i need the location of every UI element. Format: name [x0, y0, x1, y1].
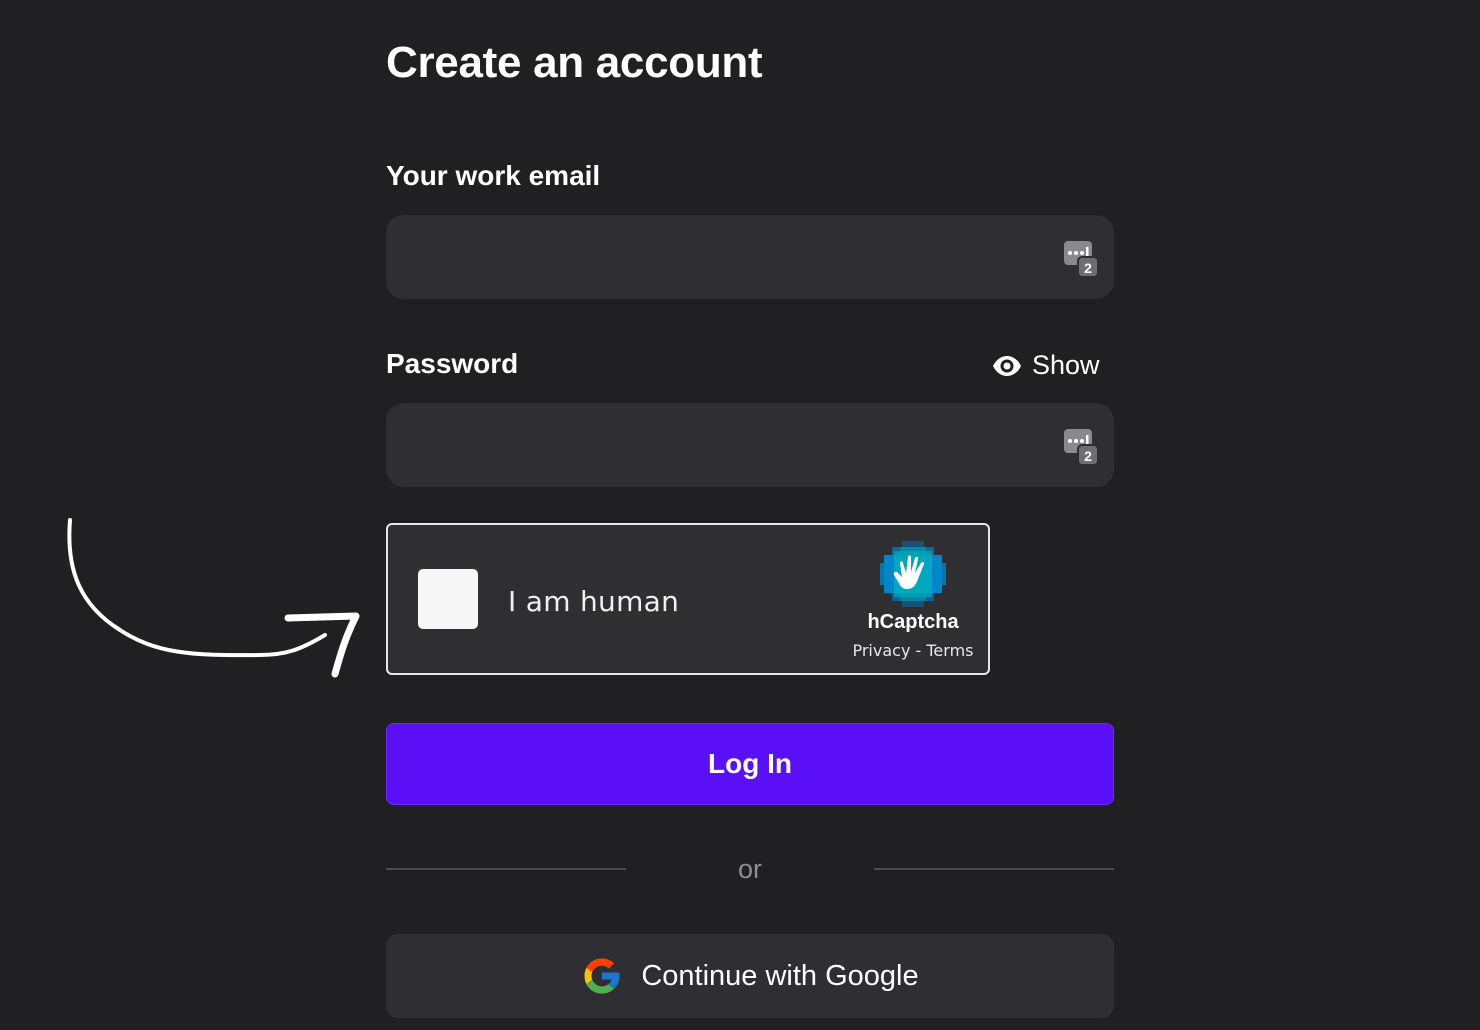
- captcha-legal-links: Privacy - Terms: [818, 641, 1008, 660]
- hcaptcha-logo-icon: [880, 541, 946, 607]
- captcha-label: I am human: [508, 585, 680, 618]
- password-manager-icon[interactable]: 2: [1064, 239, 1098, 277]
- google-g-icon: [584, 958, 620, 994]
- captcha-legal-separator: -: [910, 641, 927, 660]
- password-field-container[interactable]: 2: [386, 403, 1114, 487]
- hcaptcha-widget: I am human hCaptcha Privacy - Terms: [386, 523, 990, 675]
- email-field[interactable]: [386, 215, 1046, 299]
- login-button[interactable]: Log In: [386, 723, 1114, 805]
- divider-or: or: [737, 854, 762, 884]
- svg-text:2: 2: [1084, 448, 1092, 464]
- password-manager-icon[interactable]: 2: [1064, 427, 1098, 465]
- show-password-label: Show: [1032, 350, 1100, 380]
- captcha-brand: hCaptcha: [867, 611, 959, 633]
- password-label: Password: [386, 348, 519, 379]
- captcha-checkbox[interactable]: [418, 569, 478, 629]
- hand-drawn-arrow-icon: [67, 518, 360, 678]
- show-password-toggle[interactable]: Show: [992, 350, 1100, 381]
- divider-line-left: [386, 868, 626, 870]
- email-field-container[interactable]: 2: [386, 215, 1114, 299]
- continue-with-google-button[interactable]: Continue with Google: [386, 934, 1114, 1018]
- page-title: Create an account: [386, 38, 763, 87]
- password-field[interactable]: [386, 403, 1046, 487]
- email-label: Your work email: [386, 160, 601, 191]
- google-button-label: Continue with Google: [641, 959, 919, 992]
- eye-icon: [993, 355, 1021, 376]
- divider-line-right: [874, 868, 1114, 870]
- captcha-terms-link[interactable]: Terms: [926, 641, 973, 660]
- signup-page: Create an account Your work email 2 Pass…: [0, 0, 1480, 1030]
- svg-text:2: 2: [1084, 260, 1092, 276]
- captcha-privacy-link[interactable]: Privacy: [852, 641, 910, 660]
